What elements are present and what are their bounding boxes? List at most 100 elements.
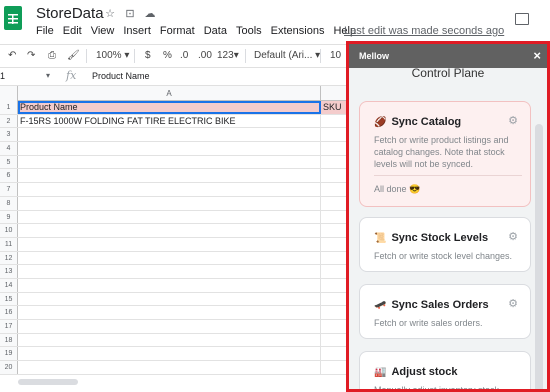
table-row: 12 xyxy=(0,251,350,266)
sync-sales-orders-card[interactable]: 🛹 Sync Sales Orders ⚙ Fetch or write sal… xyxy=(359,284,531,339)
column-header-row: A xyxy=(0,86,350,101)
cell-a[interactable] xyxy=(18,128,321,142)
menu-view[interactable]: View xyxy=(91,25,115,37)
row-number[interactable]: 6 xyxy=(0,169,18,183)
card-title: 🏈 Sync Catalog xyxy=(374,116,462,128)
cell-a[interactable] xyxy=(18,292,321,306)
decrease-decimals-button[interactable]: .0 xyxy=(180,50,188,61)
vertical-scrollbar[interactable] xyxy=(535,124,543,389)
app-header: StoreData ☆ ⊡ ☁ File Edit View Insert Fo… xyxy=(0,0,550,40)
print-icon[interactable]: ⎙ xyxy=(48,50,56,61)
table-row: 8 xyxy=(0,196,350,211)
cell-a[interactable] xyxy=(18,169,321,183)
zoom-select[interactable]: 100% ▾ xyxy=(96,50,129,61)
row-number[interactable]: 1 xyxy=(0,101,18,114)
row-number[interactable]: 15 xyxy=(0,292,18,306)
table-row: 15 xyxy=(0,292,350,307)
row-number[interactable]: 19 xyxy=(0,347,18,361)
sync-catalog-card[interactable]: 🏈 Sync Catalog ⚙ Fetch or write product … xyxy=(359,101,531,207)
document-title[interactable]: StoreData xyxy=(36,5,104,22)
paint-format-icon[interactable]: 🖌 xyxy=(67,50,80,61)
cell-a[interactable] xyxy=(18,306,321,319)
row-number[interactable]: 13 xyxy=(0,265,18,278)
row-number[interactable]: 3 xyxy=(0,128,18,142)
formula-input[interactable]: Product Name xyxy=(92,71,150,81)
table-row: 13 xyxy=(0,265,350,279)
row-number[interactable]: 16 xyxy=(0,306,18,319)
cloud-status-icon[interactable]: ☁ xyxy=(143,7,157,20)
row-number[interactable]: 20 xyxy=(0,361,18,374)
card-description: Fetch or write sales orders. xyxy=(374,318,483,328)
close-icon[interactable]: × xyxy=(533,44,541,68)
adjust-stock-card[interactable]: 🏭 Adjust stock Manually adjust inventory… xyxy=(359,351,531,389)
row-number[interactable]: 11 xyxy=(0,237,18,251)
menu-data[interactable]: Data xyxy=(204,25,227,37)
table-row: 17 xyxy=(0,320,350,334)
increase-decimals-button[interactable]: .00 xyxy=(198,50,212,61)
table-row: 4 xyxy=(0,142,350,156)
redo-icon[interactable]: ↷ xyxy=(27,50,35,61)
skateboard-icon: 🛹 xyxy=(374,299,387,311)
cell-a[interactable] xyxy=(18,155,321,169)
column-header-a[interactable]: A xyxy=(18,86,321,101)
cell-a[interactable] xyxy=(18,183,321,196)
row-number[interactable]: 18 xyxy=(0,333,18,347)
table-row: 16 xyxy=(0,306,350,320)
menu-edit[interactable]: Edit xyxy=(63,25,82,37)
menu-file[interactable]: File xyxy=(36,25,54,37)
sheets-logo-icon[interactable] xyxy=(4,6,22,30)
row-number[interactable]: 7 xyxy=(0,183,18,196)
cell-a[interactable] xyxy=(18,361,321,374)
select-all-corner[interactable] xyxy=(0,86,18,101)
cell-a[interactable]: Product Name xyxy=(18,101,321,114)
gear-icon[interactable]: ⚙ xyxy=(508,230,518,243)
horizontal-scrollbar[interactable] xyxy=(18,379,78,385)
more-formats-button[interactable]: 123▾ xyxy=(217,50,239,61)
gear-icon[interactable]: ⚙ xyxy=(508,297,518,310)
name-box[interactable]: 1 ▾ xyxy=(0,71,56,81)
row-number[interactable]: 4 xyxy=(0,142,18,155)
cell-a[interactable]: F-15RS 1000W FOLDING FAT TIRE ELECTRIC B… xyxy=(18,114,321,128)
cell-a[interactable] xyxy=(18,224,321,237)
cell-a[interactable] xyxy=(18,265,321,278)
comment-icon[interactable] xyxy=(515,13,529,25)
star-icon[interactable]: ☆ xyxy=(103,7,117,20)
menu-format[interactable]: Format xyxy=(160,25,195,37)
gear-icon[interactable]: ⚙ xyxy=(508,114,518,127)
table-row: 11 xyxy=(0,237,350,252)
font-select[interactable]: Default (Ari... ▾ xyxy=(254,50,320,61)
cell-a[interactable] xyxy=(18,237,321,251)
title-icons: ☆ ⊡ ☁ xyxy=(103,7,157,20)
sync-stock-levels-card[interactable]: 📜 Sync Stock Levels ⚙ Fetch or write sto… xyxy=(359,217,531,272)
table-row: 9 xyxy=(0,210,350,225)
row-number[interactable]: 9 xyxy=(0,210,18,224)
menu-insert[interactable]: Insert xyxy=(123,25,151,37)
font-size-select[interactable]: 10 xyxy=(330,50,341,61)
card-title: 🏭 Adjust stock xyxy=(374,366,458,378)
row-number[interactable]: 10 xyxy=(0,224,18,237)
row-number[interactable]: 17 xyxy=(0,320,18,333)
cell-a[interactable] xyxy=(18,210,321,224)
cell-a[interactable] xyxy=(18,251,321,265)
cell-a[interactable] xyxy=(18,142,321,155)
table-row: 20 xyxy=(0,361,350,375)
row-number[interactable]: 2 xyxy=(0,114,18,128)
card-title: 🛹 Sync Sales Orders xyxy=(374,299,489,311)
menu-tools[interactable]: Tools xyxy=(236,25,262,37)
last-edit-link[interactable]: Last edit was made seconds ago xyxy=(344,25,504,37)
cell-a[interactable] xyxy=(18,320,321,333)
scroll-icon: 📜 xyxy=(374,232,387,244)
percent-format-button[interactable]: % xyxy=(163,50,172,61)
currency-format-button[interactable]: $ xyxy=(145,50,151,61)
undo-icon[interactable]: ↶ xyxy=(8,50,16,61)
cell-a[interactable] xyxy=(18,278,321,292)
cell-a[interactable] xyxy=(18,196,321,210)
row-number[interactable]: 5 xyxy=(0,155,18,169)
move-folder-icon[interactable]: ⊡ xyxy=(123,7,137,20)
cell-a[interactable] xyxy=(18,347,321,361)
row-number[interactable]: 8 xyxy=(0,196,18,210)
row-number[interactable]: 12 xyxy=(0,251,18,265)
row-number[interactable]: 14 xyxy=(0,278,18,292)
menu-extensions[interactable]: Extensions xyxy=(271,25,325,37)
cell-a[interactable] xyxy=(18,333,321,347)
